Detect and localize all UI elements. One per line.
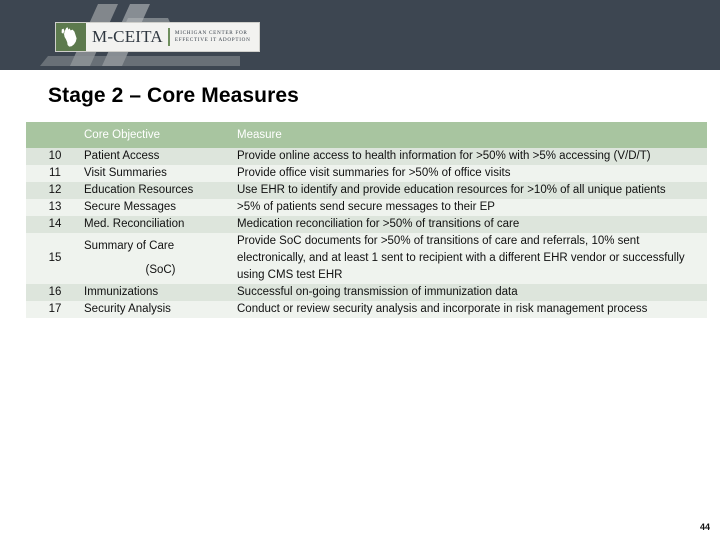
row-objective: Patient Access [84, 148, 237, 165]
logo-divider [167, 28, 170, 46]
row-number: 17 [26, 301, 84, 318]
row-measure: Medication reconciliation for >50% of tr… [237, 216, 707, 233]
row-objective-text: Med. Reconciliation [84, 218, 185, 230]
table-row: 15 Summary of Care (SoC) Provide SoC docume… [26, 233, 707, 284]
row-objective-text: Summary of Care [84, 240, 175, 252]
row-number: 10 [26, 148, 84, 165]
column-header-measure: Measure [237, 122, 707, 148]
row-measure: Use EHR to identify and provide educatio… [237, 182, 707, 199]
table-row: 14 Med. Reconciliation Medication reconcil… [26, 216, 707, 233]
table-row: 11 Visit Summaries Provide office visit su… [26, 165, 707, 182]
michigan-mitten-icon [56, 23, 86, 51]
row-objective-text: Immunizations [84, 286, 159, 298]
row-measure: Conduct or review security analysis and … [237, 301, 707, 318]
row-number: 11 [26, 165, 84, 182]
row-number: 15 [26, 233, 84, 284]
row-objective: Immunizations [84, 284, 237, 301]
row-objective: Summary of Care (SoC) [84, 233, 237, 284]
table-row: 12 Education Resources Use EHR to identify… [26, 182, 707, 199]
table-row: 16 Immunizations Successful on-going trans… [26, 284, 707, 301]
logo-tagline-line2: Effective IT Adoption [174, 37, 251, 43]
row-objective: Security Analysis [84, 301, 237, 318]
row-measure: >5% of patients send secure messages to … [237, 199, 707, 216]
table-header-row: Core Objective Measure [26, 122, 707, 148]
page-title: Stage 2 – Core Measures [48, 84, 299, 107]
row-number: 14 [26, 216, 84, 233]
row-number: 12 [26, 182, 84, 199]
row-objective-text: Visit Summaries [84, 167, 167, 179]
row-number: 13 [26, 199, 84, 216]
column-header-objective: Core Objective [84, 122, 237, 148]
mceita-logo: M-CEITA Michigan Center for Effective IT… [55, 22, 260, 52]
logo-tagline-line1: Michigan Center for [174, 30, 248, 36]
row-objective: Education Resources [84, 182, 237, 199]
core-measures-table: Core Objective Measure 10 Patient Access P… [26, 122, 707, 318]
row-objective-text: Education Resources [84, 184, 194, 196]
table-row: 13 Secure Messages >5% of patients send se… [26, 199, 707, 216]
table-row: 17 Security Analysis Conduct or review sec… [26, 301, 707, 318]
logo-wordmark: M-CEITA [92, 27, 163, 46]
row-objective-text: Security Analysis [84, 303, 171, 315]
row-measure: Successful on-going transmission of immu… [237, 284, 707, 301]
row-objective: Med. Reconciliation [84, 216, 237, 233]
row-objective-text: Secure Messages [84, 201, 177, 213]
logo-tagline: Michigan Center for Effective IT Adoptio… [175, 23, 259, 51]
top-banner: M-CEITA Michigan Center for Effective IT… [0, 0, 720, 70]
row-objective: Secure Messages [84, 199, 237, 216]
row-measure: Provide SoC documents for >50% of transi… [237, 233, 707, 284]
row-measure: Provide online access to health informat… [237, 148, 707, 165]
column-header-number [26, 122, 84, 148]
row-objective: Visit Summaries [84, 165, 237, 182]
table-body: 10 Patient Access Provide online access to… [26, 148, 707, 318]
page-number: 44 [699, 522, 710, 532]
row-number: 16 [26, 284, 84, 301]
row-measure: Provide office visit summaries for >50% … [237, 165, 707, 182]
table-row: 10 Patient Access Provide online access to… [26, 148, 707, 165]
row-objective-text: Patient Access [84, 150, 160, 162]
row-objective-subtext: (SoC) [145, 264, 176, 276]
